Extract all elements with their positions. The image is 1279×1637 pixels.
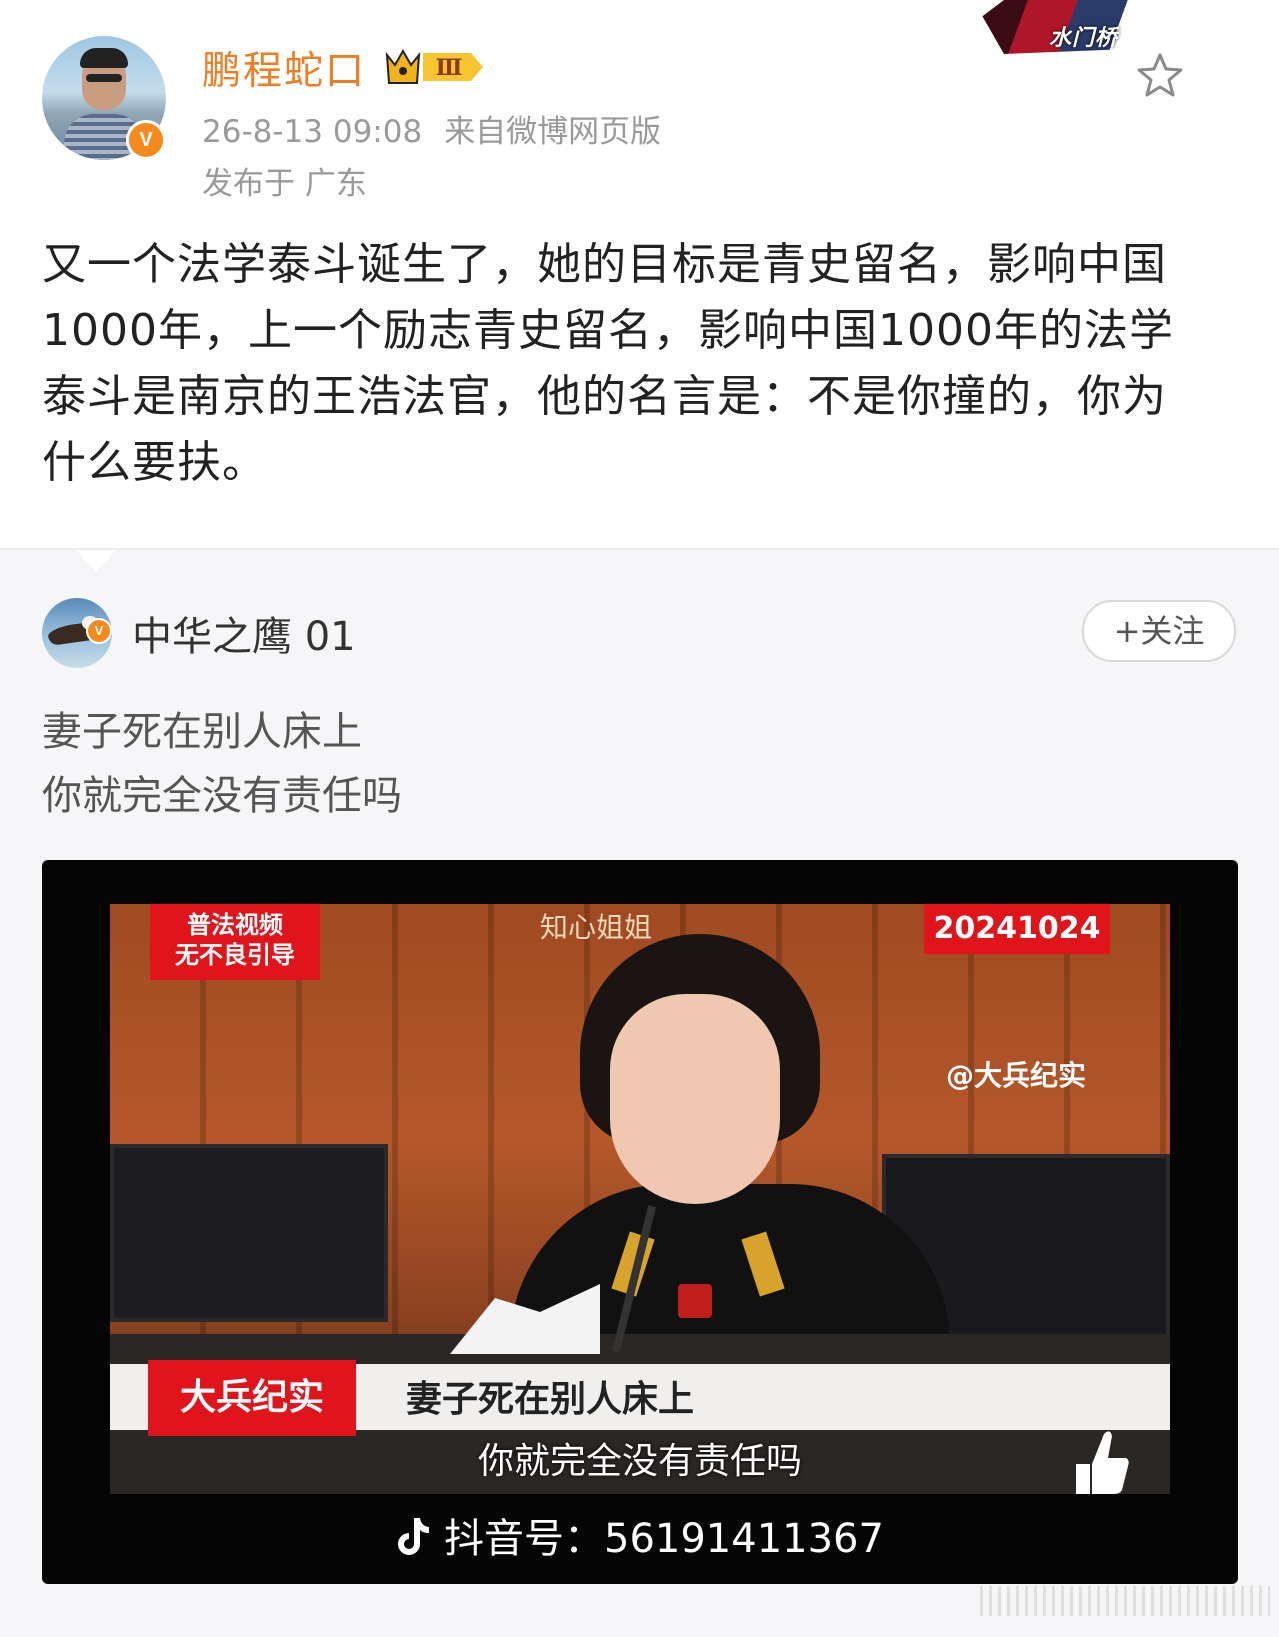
repost-text-line-2: 你就完全没有责任吗 xyxy=(42,773,402,819)
monitor-left xyxy=(110,1144,388,1322)
member-crown-badge-icon[interactable]: Ⅲ xyxy=(383,47,489,87)
star-icon[interactable] xyxy=(1135,50,1185,100)
post-location: 发布于 广东 xyxy=(202,166,367,202)
repost-text-line-1: 妻子死在别人床上 xyxy=(42,709,362,755)
subtitle-line-1: 妻子死在别人床上 xyxy=(406,1379,695,1420)
divider xyxy=(0,548,1279,550)
member-level-text: Ⅲ xyxy=(436,55,463,81)
repost-caret xyxy=(76,550,116,572)
tiktok-icon xyxy=(398,1518,430,1555)
subtitle-line-2: 你就完全没有责任吗 xyxy=(477,1441,802,1482)
video-top-watermark: 知心姐姐 xyxy=(540,911,653,944)
video-player[interactable]: 普法视频 无不良引导 知心姐姐 20241024 @大兵纪实 大兵纪实 妻子死在… xyxy=(42,860,1238,1584)
repost-verified-badge-icon: V xyxy=(86,618,112,644)
court-emblem-icon xyxy=(678,1284,712,1318)
verified-badge-icon: V xyxy=(126,120,166,160)
video-handle-watermark: @大兵纪实 xyxy=(945,1059,1086,1092)
repost-body-text: 妻子死在别人床上 你就完全没有责任吗 xyxy=(42,700,402,828)
watermark-strip xyxy=(980,1586,1270,1616)
corner-logo-text: 水门桥 xyxy=(1048,26,1118,51)
follow-button[interactable]: +关注 xyxy=(1082,600,1236,662)
video-date-badge: 20241024 xyxy=(924,904,1110,954)
thumbs-up-icon xyxy=(1076,1431,1129,1494)
video-tag-top-left: 普法视频 无不良引导 xyxy=(150,904,320,980)
post-timestamp[interactable]: 26-8-13 09:08 xyxy=(202,114,422,150)
tiktok-id-line: 抖音号：56191411367 xyxy=(42,1506,1238,1564)
post-body-text: 又一个法学泰斗诞生了，她的目标是青史留名，影响中国1000年，上一个励志青史留名… xyxy=(42,239,1174,488)
video-frame: 普法视频 无不良引导 知心姐姐 20241024 @大兵纪实 大兵纪实 妻子死在… xyxy=(110,904,1170,1494)
video-brand-tag: 大兵纪实 xyxy=(148,1360,356,1436)
post-meta: 26-8-13 09:08 来自微博网页版 xyxy=(202,106,661,151)
author-username[interactable]: 鹏程蛇口 xyxy=(202,40,366,96)
person-face xyxy=(610,994,780,1204)
repost-author-username[interactable]: 中华之鹰 01 xyxy=(132,604,356,662)
tiktok-id-text: 抖音号：56191411367 xyxy=(444,1516,884,1562)
post-source: 来自微博网页版 xyxy=(444,114,662,150)
